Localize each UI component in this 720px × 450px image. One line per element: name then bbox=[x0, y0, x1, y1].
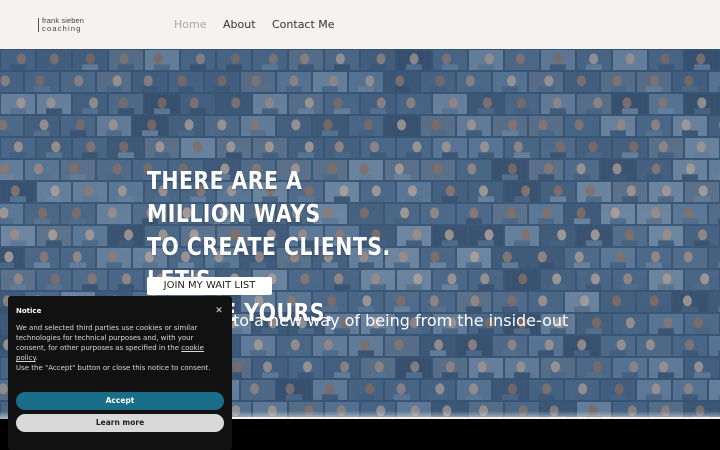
nav-about[interactable]: About bbox=[223, 18, 256, 31]
cookie-notice: Notice ✕ We and selected third parties u… bbox=[8, 296, 232, 450]
notice-body: We and selected third parties use cookie… bbox=[16, 323, 216, 373]
notice-title: Notice bbox=[16, 307, 42, 315]
logo-bar bbox=[38, 18, 39, 32]
hero-tagline: to a new way of being from the inside-ou… bbox=[233, 311, 569, 330]
learn-more-button[interactable]: Learn more bbox=[16, 414, 224, 432]
site-logo[interactable]: frank sieben coaching bbox=[36, 15, 96, 35]
logo-line2: coaching bbox=[42, 24, 82, 33]
notice-text-line2: Use the "Accept" button or close this no… bbox=[16, 364, 211, 372]
close-icon[interactable]: ✕ bbox=[213, 305, 225, 317]
join-wait-list-button[interactable]: JOIN MY WAIT LIST bbox=[147, 277, 272, 295]
notice-text-end: . bbox=[35, 354, 38, 362]
site-header: frank sieben coaching Home About Contact… bbox=[0, 0, 720, 49]
nav-contact-me[interactable]: Contact Me bbox=[272, 18, 335, 31]
nav-home[interactable]: Home bbox=[174, 18, 206, 31]
notice-text: We and selected third parties use cookie… bbox=[16, 324, 198, 352]
headline-line-1: THERE ARE A MILLION WAYS bbox=[147, 166, 321, 228]
accept-button[interactable]: Accept bbox=[16, 392, 224, 410]
